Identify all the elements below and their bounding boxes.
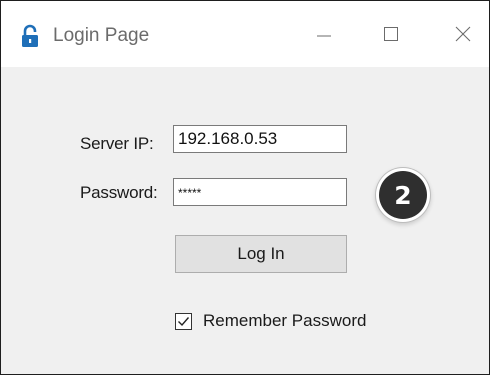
minimize-button[interactable] <box>306 19 342 49</box>
login-window: Login Page Server IP: Password: 2 Log In <box>0 0 490 375</box>
title-bar[interactable]: Login Page <box>1 1 489 67</box>
maximize-button[interactable] <box>373 19 409 49</box>
server-ip-label: Server IP: <box>80 134 154 153</box>
remember-password-checkbox[interactable] <box>175 312 192 330</box>
checkmark-icon <box>178 316 190 326</box>
minimize-icon <box>317 35 331 37</box>
maximize-icon <box>384 27 398 41</box>
close-icon <box>455 26 471 42</box>
server-ip-input[interactable] <box>173 125 347 153</box>
lock-icon <box>22 24 38 47</box>
login-button[interactable]: Log In <box>175 235 347 273</box>
window-title: Login Page <box>53 25 150 46</box>
password-input[interactable] <box>173 178 347 206</box>
remember-password-label: Remember Password <box>203 311 367 330</box>
step-number-badge: 2 <box>379 171 427 219</box>
close-button[interactable] <box>445 19 481 49</box>
password-label: Password: <box>80 183 158 202</box>
remember-password-option[interactable]: Remember Password <box>175 311 366 331</box>
